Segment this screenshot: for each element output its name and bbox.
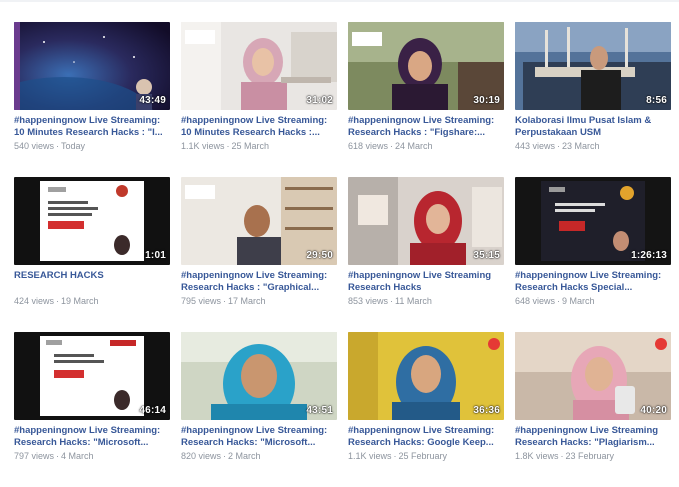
video-duration: 35:15: [473, 250, 500, 261]
video-card[interactable]: 30:19 #happeningnow Live Streaming: Rese…: [348, 22, 504, 177]
video-title[interactable]: #happeningnow Live Streaming: Research H…: [181, 270, 337, 294]
upload-date: Today: [61, 141, 86, 151]
separator: ·: [56, 451, 60, 461]
video-thumbnail[interactable]: 43:51: [181, 332, 337, 420]
upload-date: 23 February: [565, 451, 615, 461]
video-card[interactable]: 8:56 Kolaborasi Ilmu Pusat Islam & Perpu…: [515, 22, 671, 177]
video-grid: 43:49 #happeningnow Live Streaming: 10 M…: [14, 22, 674, 487]
video-title[interactable]: #happeningnow Live Streaming: Research H…: [515, 270, 671, 294]
video-duration: 1:01: [145, 250, 166, 261]
video-card[interactable]: 40:20 #happeningnow Live Streaming Resea…: [515, 332, 671, 487]
upload-date: 9 March: [562, 296, 595, 306]
video-meta: 853 views · 11 March: [348, 296, 504, 306]
video-meta: 1.1K views · 25 March: [181, 141, 337, 151]
view-count: 540 views: [14, 141, 55, 151]
video-meta: 820 views · 2 March: [181, 451, 337, 461]
video-title[interactable]: #happeningnow Live Streaming: 10 Minutes…: [181, 115, 337, 139]
separator: ·: [56, 141, 60, 151]
video-title[interactable]: #happeningnow Live Streaming Research Ha…: [348, 270, 504, 294]
video-meta: 424 views · 19 March: [14, 296, 170, 306]
video-thumbnail[interactable]: 35:15: [348, 177, 504, 265]
view-count: 797 views: [14, 451, 55, 461]
video-title[interactable]: #happeningnow Live Streaming: Research H…: [14, 425, 170, 449]
view-count: 648 views: [515, 296, 556, 306]
separator: ·: [56, 296, 60, 306]
video-meta: 797 views · 4 March: [14, 451, 170, 461]
video-card[interactable]: 46:14 #happeningnow Live Streaming: Rese…: [14, 332, 170, 487]
video-duration: 43:49: [139, 95, 166, 106]
video-title[interactable]: #happeningnow Live Streaming: Research H…: [181, 425, 337, 449]
view-count: 795 views: [181, 296, 222, 306]
video-card[interactable]: 31:02 #happeningnow Live Streaming: 10 M…: [181, 22, 337, 177]
video-card[interactable]: 1:01 RESEARCH HACKS 424 views · 19 March: [14, 177, 170, 332]
video-card[interactable]: 29:50 #happeningnow Live Streaming: Rese…: [181, 177, 337, 332]
separator: ·: [557, 296, 561, 306]
video-thumbnail[interactable]: 36:36: [348, 332, 504, 420]
video-meta: 1.1K views · 25 February: [348, 451, 504, 461]
video-card[interactable]: 36:36 #happeningnow Live Streaming: Rese…: [348, 332, 504, 487]
separator: ·: [393, 451, 397, 461]
video-meta: 795 views · 17 March: [181, 296, 337, 306]
upload-date: 4 March: [61, 451, 94, 461]
video-meta: 648 views · 9 March: [515, 296, 671, 306]
video-duration: 43:51: [306, 405, 333, 416]
video-title[interactable]: #happeningnow Live Streaming: Research H…: [348, 115, 504, 139]
upload-date: 2 March: [228, 451, 261, 461]
video-thumbnail[interactable]: 40:20: [515, 332, 671, 420]
view-count: 1.1K views: [181, 141, 225, 151]
video-meta: 443 views · 23 March: [515, 141, 671, 151]
top-divider: [0, 0, 679, 2]
video-thumbnail[interactable]: 29:50: [181, 177, 337, 265]
video-thumbnail[interactable]: 1:26:13: [515, 177, 671, 265]
video-title[interactable]: #happeningnow Live Streaming: 10 Minutes…: [14, 115, 170, 139]
view-count: 443 views: [515, 141, 556, 151]
separator: ·: [557, 141, 561, 151]
video-title[interactable]: Kolaborasi Ilmu Pusat Islam & Perpustaka…: [515, 115, 671, 139]
video-title[interactable]: RESEARCH HACKS: [14, 270, 170, 294]
video-thumbnail[interactable]: 43:49: [14, 22, 170, 110]
video-thumbnail[interactable]: 46:14: [14, 332, 170, 420]
video-thumbnail[interactable]: 30:19: [348, 22, 504, 110]
video-duration: 1:26:13: [631, 250, 667, 261]
upload-date: 25 March: [231, 141, 270, 151]
video-duration: 30:19: [473, 95, 500, 106]
video-duration: 8:56: [646, 95, 667, 106]
video-thumbnail[interactable]: 1:01: [14, 177, 170, 265]
separator: ·: [223, 296, 227, 306]
upload-date: 25 February: [398, 451, 448, 461]
view-count: 1.1K views: [348, 451, 392, 461]
upload-date: 19 March: [61, 296, 99, 306]
video-thumbnail[interactable]: 8:56: [515, 22, 671, 110]
view-count: 820 views: [181, 451, 222, 461]
video-duration: 36:36: [473, 405, 500, 416]
separator: ·: [390, 296, 394, 306]
video-meta: 540 views · Today: [14, 141, 170, 151]
video-duration: 46:14: [139, 405, 166, 416]
view-count: 1.8K views: [515, 451, 559, 461]
video-meta: 618 views · 24 March: [348, 141, 504, 151]
video-card[interactable]: 35:15 #happeningnow Live Streaming Resea…: [348, 177, 504, 332]
upload-date: 17 March: [228, 296, 266, 306]
video-card[interactable]: 1:26:13 #happeningnow Live Streaming: Re…: [515, 177, 671, 332]
view-count: 424 views: [14, 296, 55, 306]
video-duration: 31:02: [306, 95, 333, 106]
video-meta: 1.8K views · 23 February: [515, 451, 671, 461]
view-count: 618 views: [348, 141, 389, 151]
separator: ·: [226, 141, 230, 151]
upload-date: 11 March: [395, 296, 432, 306]
video-duration: 40:20: [640, 405, 667, 416]
view-count: 853 views: [348, 296, 389, 306]
separator: ·: [390, 141, 394, 151]
video-title[interactable]: #happeningnow Live Streaming: Research H…: [348, 425, 504, 449]
separator: ·: [223, 451, 227, 461]
separator: ·: [560, 451, 564, 461]
video-thumbnail[interactable]: 31:02: [181, 22, 337, 110]
video-duration: 29:50: [306, 250, 333, 261]
video-title[interactable]: #happeningnow Live Streaming Research Ha…: [515, 425, 671, 449]
upload-date: 24 March: [395, 141, 433, 151]
video-card[interactable]: 43:49 #happeningnow Live Streaming: 10 M…: [14, 22, 170, 177]
video-card[interactable]: 43:51 #happeningnow Live Streaming: Rese…: [181, 332, 337, 487]
upload-date: 23 March: [562, 141, 600, 151]
